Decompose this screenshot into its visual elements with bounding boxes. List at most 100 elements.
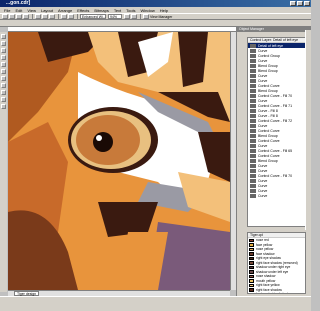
- zoom-icon[interactable]: [124, 14, 130, 19]
- object-label: Curve: [258, 183, 268, 188]
- color-swatch: [249, 256, 254, 260]
- color-swatch: [249, 252, 254, 256]
- save-icon[interactable]: [16, 14, 22, 19]
- curve-icon: [250, 98, 256, 103]
- object-row[interactable]: Curve: [248, 193, 305, 198]
- curve-icon: [250, 93, 256, 98]
- view-manager-label: View Manager: [150, 14, 173, 19]
- menu-item-help[interactable]: Help: [160, 8, 168, 13]
- curve-icon: [250, 73, 256, 78]
- color-swatch: [249, 274, 254, 278]
- color-name: right eye shadow: [256, 256, 281, 261]
- object-label: Curve: [258, 188, 268, 193]
- curve-icon: [250, 163, 256, 168]
- polygon-tool-icon[interactable]: [1, 83, 6, 88]
- undo-icon[interactable]: [61, 14, 67, 19]
- color-name: shadow under left eye: [256, 269, 289, 274]
- curve-icon: [250, 53, 256, 58]
- object-label: Curve: [258, 73, 268, 78]
- object-label: Curve - Fill 8: [258, 113, 278, 118]
- pick-tool-icon[interactable]: [1, 34, 6, 39]
- curve-icon: [250, 68, 256, 73]
- cut-icon[interactable]: [35, 14, 41, 19]
- color-name: shadow under right eye: [256, 265, 291, 270]
- rectangle-tool-icon[interactable]: [1, 69, 6, 74]
- color-palette-list[interactable]: Tiger.cpl nose red face yellow nose yellow…: [247, 232, 306, 294]
- color-name: right face yellow: [256, 283, 280, 288]
- color-swatch: [249, 238, 254, 242]
- curve-icon: [250, 48, 256, 53]
- curve-icon: [250, 158, 256, 163]
- curve-icon: [250, 168, 256, 173]
- object-label: Control Curve - Fill 72: [258, 118, 293, 123]
- curve-icon: [250, 43, 256, 48]
- curve-icon: [250, 103, 256, 108]
- text-tool-icon[interactable]: [1, 90, 6, 95]
- curve-icon: [250, 153, 256, 158]
- color-name: nose yellow: [256, 247, 274, 252]
- fit-icon[interactable]: [131, 14, 137, 19]
- print-icon[interactable]: [23, 14, 29, 19]
- object-label: Curve: [258, 163, 268, 168]
- copy-icon[interactable]: [42, 14, 48, 19]
- menu-item-text[interactable]: Text: [114, 8, 121, 13]
- shape-tool-icon[interactable]: [1, 41, 6, 46]
- palette-row[interactable]: back and side of shadow: [248, 292, 305, 293]
- color-swatch: [249, 292, 254, 293]
- redo-icon[interactable]: [68, 14, 74, 19]
- menu-item-file[interactable]: File: [4, 8, 10, 13]
- curve-icon: [250, 113, 256, 118]
- eye-pupil: [93, 132, 113, 152]
- menu-item-tools[interactable]: Tools: [126, 8, 135, 13]
- property-bar: [0, 20, 311, 27]
- object-label: Control Group: [258, 53, 280, 58]
- docker-tabs[interactable]: [305, 30, 311, 230]
- zoom-level-select[interactable]: 94%: [108, 14, 122, 19]
- maximize-button[interactable]: [297, 1, 303, 6]
- object-tree[interactable]: Control Layer: Detail of left eye Detail…: [247, 37, 306, 227]
- separator: [32, 14, 33, 19]
- view-mode-select[interactable]: Enhanced Wi...: [80, 14, 106, 19]
- view-manager-icon[interactable]: [143, 14, 149, 19]
- menu-item-layout[interactable]: Layout: [41, 8, 53, 13]
- fill-tool-icon[interactable]: [1, 97, 6, 102]
- new-icon[interactable]: [2, 14, 8, 19]
- close-button[interactable]: [304, 1, 310, 6]
- object-label: Blend Group: [258, 158, 278, 163]
- menu-item-view[interactable]: View: [27, 8, 36, 13]
- ellipse-tool-icon[interactable]: [1, 76, 6, 81]
- menu-item-effects[interactable]: Effects: [77, 8, 89, 13]
- curve-icon: [250, 138, 256, 143]
- curve-icon: [250, 148, 256, 153]
- menu-item-window[interactable]: Window: [141, 8, 155, 13]
- crop-tool-icon[interactable]: [1, 48, 6, 53]
- color-swatch: [249, 243, 254, 247]
- object-label: Curve: [258, 178, 268, 183]
- color-swatch: [249, 283, 254, 287]
- open-icon[interactable]: [9, 14, 15, 19]
- object-label: Curve: [258, 78, 268, 83]
- curve-icon: [250, 133, 256, 138]
- freehand-tool-icon[interactable]: [1, 62, 6, 67]
- zoom-tool-icon[interactable]: [1, 55, 6, 60]
- color-swatch: [249, 265, 254, 269]
- menu-item-edit[interactable]: Edit: [15, 8, 22, 13]
- object-label: Control Curve: [258, 83, 280, 88]
- object-label: Control Curve - Fill 65: [258, 148, 293, 153]
- menu-item-bitmaps[interactable]: Bitmaps: [94, 8, 108, 13]
- color-name: mouth yellow: [256, 278, 276, 283]
- curve-icon: [250, 63, 256, 68]
- object-label: Control Curve: [258, 128, 280, 133]
- curve-icon: [250, 58, 256, 63]
- object-label: Curve: [258, 193, 268, 198]
- object-label: Blend Group: [258, 68, 278, 73]
- menu-item-arrange[interactable]: Arrange: [58, 8, 72, 13]
- paste-icon[interactable]: [49, 14, 55, 19]
- layer-header: Control Layer: Detail of left eye: [248, 38, 305, 43]
- minimize-button[interactable]: [290, 1, 296, 6]
- curve-icon: [250, 143, 256, 148]
- outline-tool-icon[interactable]: [1, 104, 6, 109]
- drawing-canvas[interactable]: [8, 32, 230, 290]
- object-label: Control Curve: [258, 138, 280, 143]
- object-label: Curve: [258, 168, 268, 173]
